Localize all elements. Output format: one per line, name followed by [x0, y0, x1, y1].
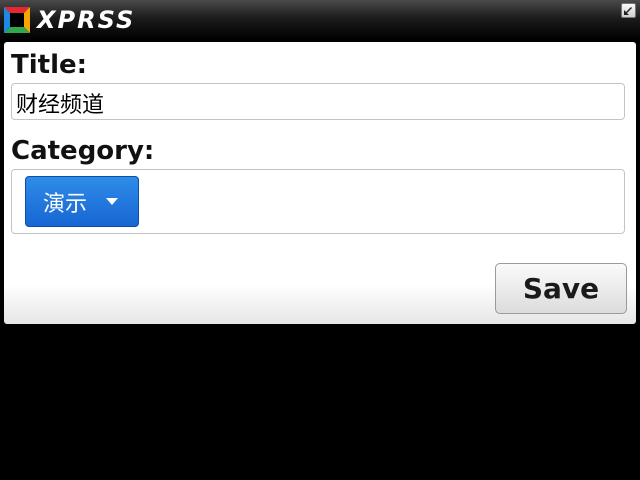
- xprss-logo-icon: [4, 7, 30, 33]
- app-logo: XPRSS: [2, 4, 135, 36]
- title-input[interactable]: [11, 83, 625, 120]
- save-button[interactable]: Save: [495, 263, 627, 314]
- resize-arrow-icon: [624, 7, 632, 15]
- chevron-down-icon: [106, 198, 119, 205]
- category-field: 演示: [11, 169, 625, 234]
- title-label: Title:: [11, 50, 88, 80]
- resize-button[interactable]: [621, 3, 636, 18]
- category-selected-value: 演示: [43, 191, 88, 217]
- app-titlebar: XPRSS: [0, 0, 640, 40]
- edit-feed-panel: Title: Category: 演示 Save: [4, 42, 636, 324]
- category-dropdown[interactable]: 演示: [25, 176, 139, 227]
- category-label: Category:: [11, 136, 155, 166]
- app-name: XPRSS: [37, 6, 136, 34]
